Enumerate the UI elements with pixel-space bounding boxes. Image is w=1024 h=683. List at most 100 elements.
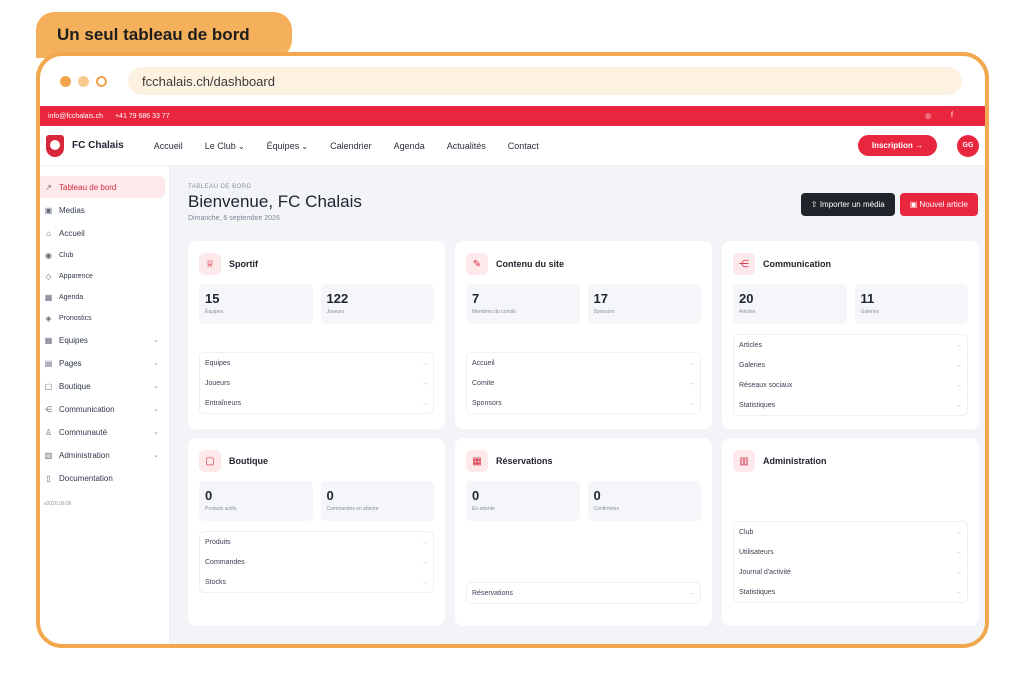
sidebar-item-tableau-de-bord[interactable]: ↗ Tableau de bord bbox=[40, 176, 165, 198]
quick-link[interactable]: Statistiques → bbox=[734, 582, 967, 602]
nav-item-contact[interactable]: Contact bbox=[508, 141, 539, 151]
card-contenu-du-site: ✎ Contenu du site 7 Membres du comité 17 Spon… bbox=[455, 241, 712, 429]
card-title: Communication bbox=[763, 259, 832, 269]
sidebar-item-label: Tableau de bord bbox=[59, 182, 117, 192]
sidebar-item-communaut-[interactable]: ♙ Communauté ⌄ bbox=[40, 421, 165, 443]
sidebar-item-agenda[interactable]: ▦ Agenda bbox=[40, 287, 165, 307]
card-title: Administration bbox=[763, 456, 827, 466]
nav-item-accueil[interactable]: Accueil bbox=[154, 141, 183, 151]
quick-link-label: Galeries bbox=[739, 361, 766, 369]
sidebar-item-label: Pages bbox=[59, 358, 82, 368]
email-link[interactable]: info@fcchalais.ch bbox=[48, 113, 103, 120]
sidebar-item-label: Pronostics bbox=[59, 314, 92, 322]
stat-tile: 0 Commandes en attente bbox=[320, 481, 434, 521]
new-article-label: Nouvel article bbox=[919, 200, 968, 209]
sidebar-item-label: Equipes bbox=[59, 335, 88, 345]
quick-link[interactable]: Joueurs → bbox=[200, 373, 433, 393]
stat-value: 7 bbox=[472, 291, 480, 306]
chevron-down-icon[interactable]: ⌄ bbox=[153, 359, 159, 367]
stat-tile: 20 Articles bbox=[733, 284, 847, 324]
sidebar-item-communication[interactable]: ⋲ Communication ⌄ bbox=[40, 398, 165, 420]
stat-label: En attente bbox=[472, 506, 495, 512]
sidebar-item-accueil[interactable]: ⌂ Accueil bbox=[40, 222, 165, 244]
quick-link[interactable]: Réseaux sociaux → bbox=[734, 375, 967, 395]
arrow-right-icon: → bbox=[955, 341, 962, 349]
quick-link-label: Réservations bbox=[472, 589, 513, 597]
quick-link[interactable]: Accueil → bbox=[467, 353, 700, 373]
quick-link[interactable]: Utilisateurs → bbox=[734, 542, 967, 562]
sidebar-item-label: Documentation bbox=[59, 473, 113, 483]
quick-links: Articles → Galeries → Réseaux sociaux → Statis… bbox=[733, 334, 968, 416]
sidebar-item-club[interactable]: ◉ Club bbox=[40, 245, 165, 265]
new-article-button[interactable]: ▣ Nouvel article bbox=[899, 193, 978, 216]
quick-link-label: Comite bbox=[472, 379, 495, 387]
quick-link[interactable]: Comite → bbox=[467, 373, 700, 393]
quick-link[interactable]: Statistiques → bbox=[734, 395, 967, 415]
facebook-icon[interactable]: f bbox=[951, 112, 953, 120]
nav-item-agenda[interactable]: Agenda bbox=[394, 141, 425, 151]
nav-item--quipes[interactable]: Équipes bbox=[267, 141, 308, 151]
stat-label: Joueurs bbox=[326, 309, 345, 315]
window-dot-icon bbox=[78, 75, 89, 87]
stat-value: 0 bbox=[472, 488, 480, 503]
quick-link[interactable]: Entraîneurs → bbox=[200, 393, 433, 413]
chevron-down-icon[interactable]: ⌄ bbox=[153, 451, 159, 459]
nav-item-le-club[interactable]: Le Club bbox=[205, 141, 245, 151]
chevron-down-icon[interactable]: ⌄ bbox=[153, 336, 159, 344]
browser-toolbar: fcchalais.ch/dashboard bbox=[40, 56, 985, 106]
pronostics-icon: ◈ bbox=[45, 313, 52, 323]
arrow-right-icon: → bbox=[688, 589, 695, 597]
sidebar-item-documentation[interactable]: ▯ Documentation bbox=[40, 467, 165, 489]
sidebar-item-pages[interactable]: ▤ Pages ⌄ bbox=[40, 352, 165, 374]
quick-link[interactable]: Galeries → bbox=[734, 355, 967, 375]
stat-label: Sponsors bbox=[593, 309, 615, 315]
sidebar-item-pronostics[interactable]: ◈ Pronostics bbox=[40, 308, 165, 328]
dashboard-main: TABLEAU DE BORD Bienvenue, FC Chalais Di… bbox=[170, 166, 985, 644]
quick-link[interactable]: Commandes → bbox=[200, 552, 433, 572]
sidebar-item-label: Agenda bbox=[59, 293, 84, 301]
quick-link-label: Utilisateurs bbox=[739, 548, 774, 556]
quick-link[interactable]: Stocks → bbox=[200, 572, 433, 592]
avatar[interactable]: GG bbox=[957, 134, 979, 157]
apparence-icon: ◇ bbox=[45, 271, 52, 281]
chevron-down-icon[interactable]: ⌄ bbox=[153, 428, 159, 436]
brand-name[interactable]: FC Chalais bbox=[72, 140, 124, 151]
nav-item-calendrier[interactable]: Calendrier bbox=[330, 141, 372, 151]
quick-link[interactable]: Articles → bbox=[734, 335, 967, 355]
import-media-label: Importer un média bbox=[819, 200, 885, 209]
sidebar-item-label: Accueil bbox=[59, 228, 85, 238]
contenu-du-site-icon: ✎ bbox=[466, 253, 488, 275]
administration-icon: ▥ bbox=[733, 450, 755, 472]
quick-link[interactable]: Réservations → bbox=[467, 583, 700, 603]
sidebar-item-medias[interactable]: ▣ Medias bbox=[40, 199, 165, 221]
phone-link[interactable]: +41 79 686 33 77 bbox=[115, 113, 170, 120]
quick-link[interactable]: Sponsors → bbox=[467, 393, 700, 413]
quick-links: Produits → Commandes → Stocks → bbox=[199, 531, 434, 593]
stat-value: 11 bbox=[860, 291, 875, 306]
nav-item-actualit-s[interactable]: Actualités bbox=[447, 141, 486, 151]
chevron-down-icon[interactable]: ⌄ bbox=[153, 382, 159, 390]
sidebar-item-equipes[interactable]: ▦ Equipes ⌄ bbox=[40, 329, 165, 351]
sidebar-item-boutique[interactable]: ▢ Boutique ⌄ bbox=[40, 375, 165, 397]
sidebar-item-label: Medias bbox=[59, 205, 85, 215]
sidebar-item-apparence[interactable]: ◇ Apparence bbox=[40, 266, 165, 286]
agenda-icon: ▦ bbox=[44, 292, 53, 302]
club-logo-icon[interactable] bbox=[46, 134, 64, 157]
stat-label: Confirmées bbox=[593, 506, 620, 512]
quick-link[interactable]: Journal d'activité → bbox=[734, 562, 967, 582]
inscription-button[interactable]: Inscription → bbox=[857, 135, 937, 156]
instagram-icon[interactable]: ◎ bbox=[925, 112, 931, 120]
quick-link[interactable]: Club → bbox=[734, 522, 967, 542]
chevron-down-icon[interactable]: ⌄ bbox=[153, 405, 159, 413]
medias-icon: ▣ bbox=[44, 205, 53, 215]
quick-links: Club → Utilisateurs → Journal d'activité → Sta… bbox=[733, 521, 968, 603]
stat-label: Galeries bbox=[860, 309, 880, 315]
dashboard-card-grid: ♕ Sportif 15 Équipes 122 Joueurs Equipes → Joueu… bbox=[188, 241, 979, 626]
address-bar[interactable]: fcchalais.ch/dashboard bbox=[128, 67, 962, 95]
quick-link[interactable]: Produits → bbox=[200, 532, 433, 552]
sidebar-item-administration[interactable]: ▥ Administration ⌄ bbox=[40, 444, 165, 466]
stat-label: Produits actifs bbox=[205, 506, 237, 512]
import-media-button[interactable]: ⇧ Importer un média bbox=[800, 193, 895, 216]
quick-link[interactable]: Equipes → bbox=[200, 353, 433, 373]
stat-value: 0 bbox=[593, 488, 601, 503]
